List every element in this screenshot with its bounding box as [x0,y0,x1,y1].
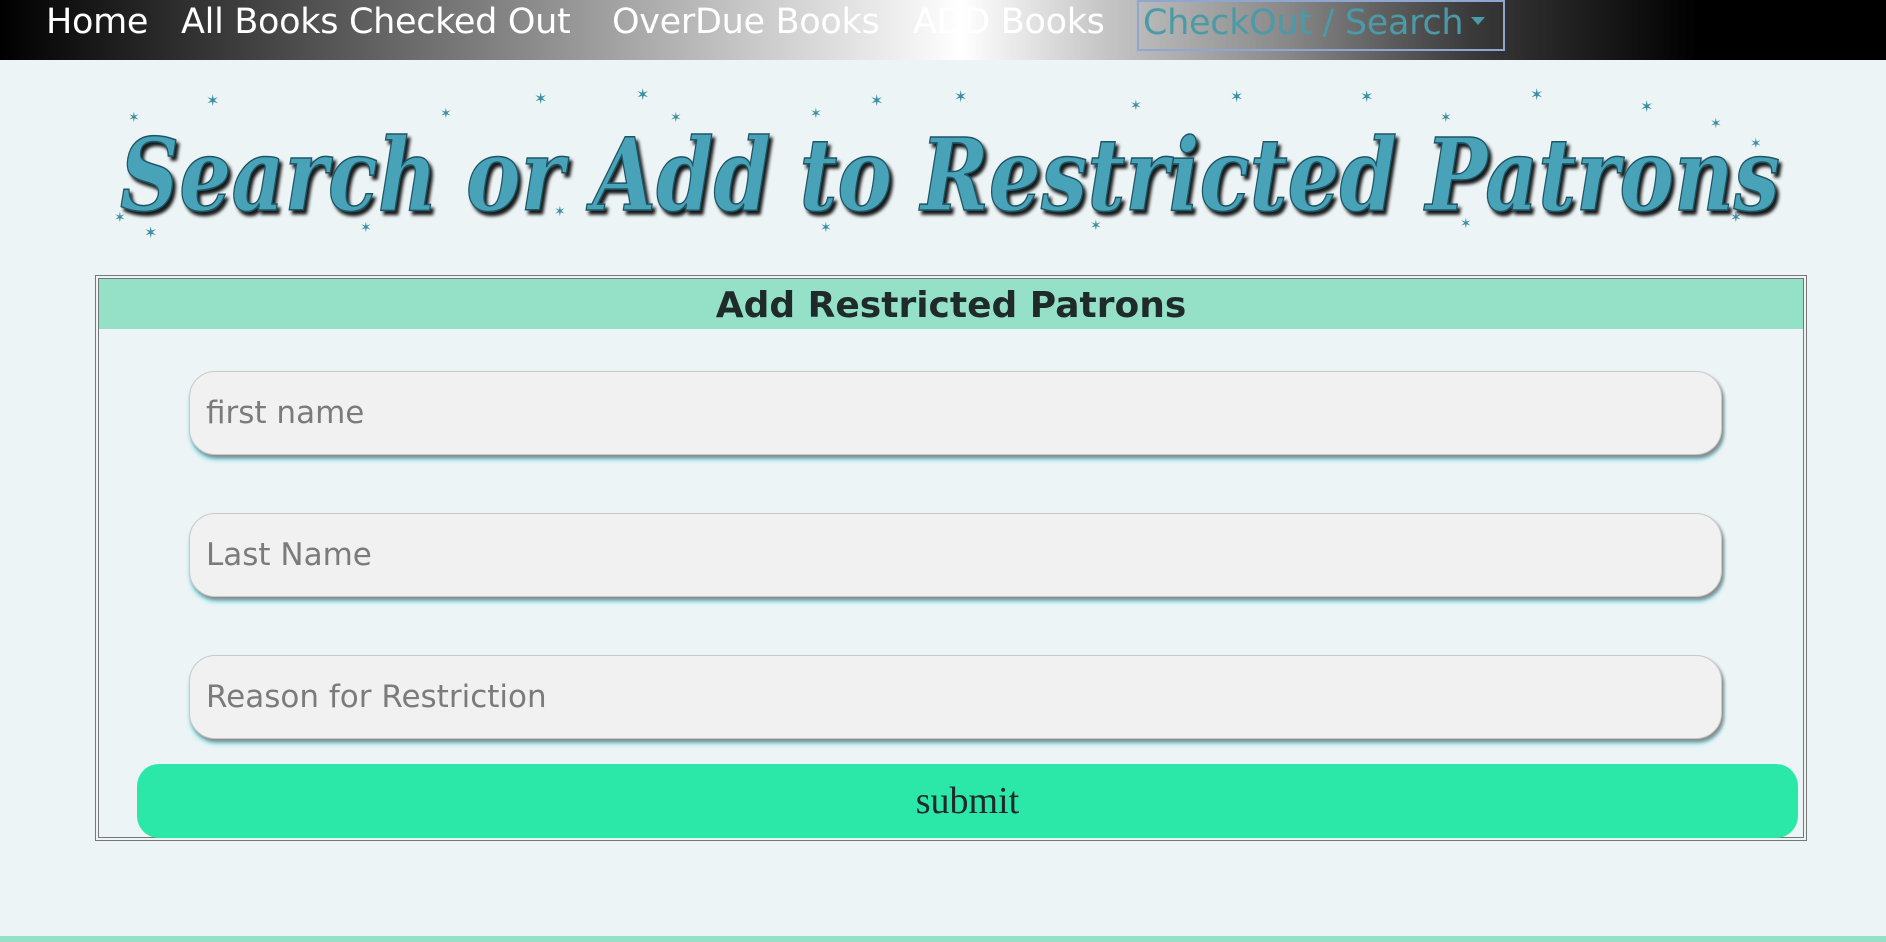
svg-text:✶: ✶ [1640,97,1653,116]
bottom-strip [0,936,1886,942]
svg-text:✶: ✶ [870,91,883,110]
add-restricted-patrons-form: Add Restricted Patrons submit [95,275,1807,841]
caret-down-icon [1471,17,1485,25]
svg-text:✶: ✶ [206,91,219,110]
nav-link-all-books-checked-out[interactable]: All Books Checked Out [181,0,571,46]
first-name-input[interactable] [189,371,1722,455]
form-header: Add Restricted Patrons [99,279,1803,329]
nav-link-add-books[interactable]: ADD Books [913,0,1105,46]
svg-text:✶: ✶ [636,85,649,104]
svg-text:✶: ✶ [534,89,547,108]
nav-link-overdue-books[interactable]: OverDue Books [612,0,880,46]
svg-text:✶: ✶ [1530,85,1543,104]
reason-input[interactable] [189,655,1722,739]
page-title: ✶ ✶ ✶ ✶ ✶ ✶ ✶ ✶ ✶ ✶ ✶ ✶ ✶ ✶ ✶ ✶ ✶ ✶ ✶ ✶ … [114,85,1781,242]
submit-button[interactable]: submit [137,764,1798,838]
svg-text:✶: ✶ [1130,98,1142,114]
last-name-input[interactable] [189,513,1722,597]
svg-text:✶: ✶ [954,87,967,106]
page-title-text: Search or Add to Restricted Patrons [120,116,1780,234]
svg-text:✶: ✶ [1360,87,1373,106]
svg-text:✶: ✶ [1230,87,1243,106]
nav-dropdown-checkout-search[interactable]: CheckOut / Search [1137,0,1505,51]
top-navbar: Home All Books Checked Out OverDue Books… [0,0,1886,60]
nav-link-home[interactable]: Home [46,0,148,46]
nav-dropdown-label: CheckOut / Search [1143,3,1464,43]
